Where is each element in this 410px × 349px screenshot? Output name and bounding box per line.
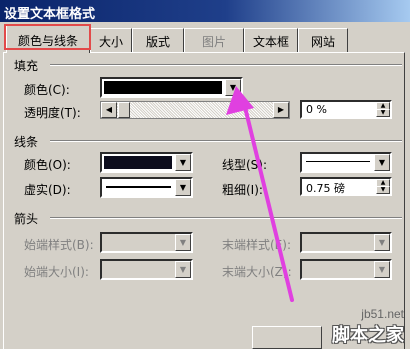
slider-thumb[interactable]	[118, 102, 130, 118]
line-color-label: 颜色(O):	[24, 158, 71, 172]
weight-value: 0.75 磅	[306, 182, 345, 195]
weight-spinner[interactable]: 0.75 磅 ▲ ▼	[300, 177, 392, 196]
fill-separator	[50, 64, 402, 66]
spin-down-icon[interactable]: ▼	[376, 109, 390, 117]
transparency-label: 透明度(T):	[24, 106, 81, 120]
tab-textbox[interactable]: 文本框	[244, 28, 298, 52]
window-title: 设置文本框格式	[4, 7, 96, 22]
fill-section-label: 填充	[14, 59, 39, 73]
slider-left-arrow-icon[interactable]: ◀	[101, 102, 117, 118]
spin-down-icon[interactable]: ▼	[376, 186, 390, 194]
dash-preview	[106, 186, 171, 188]
begin-size-dropdown: ▼	[100, 259, 193, 280]
slider-right-arrow-icon[interactable]: ▶	[273, 102, 289, 118]
dialog-button[interactable]	[252, 326, 322, 349]
chevron-down-icon: ▼	[374, 261, 390, 278]
weight-label: 粗细(I):	[222, 183, 263, 197]
chevron-down-icon[interactable]: ▼	[374, 154, 390, 171]
line-color-swatch	[104, 156, 172, 169]
fill-color-dropdown[interactable]: ▼	[100, 77, 243, 98]
tab-website[interactable]: 网站	[298, 28, 348, 52]
line-section-label: 线条	[14, 135, 39, 149]
title-bar: 设置文本框格式	[0, 0, 410, 22]
line-separator	[50, 140, 402, 142]
chevron-down-icon[interactable]: ▼	[225, 79, 241, 96]
transparency-slider[interactable]: ◀ ▶	[100, 101, 290, 119]
begin-style-dropdown: ▼	[100, 232, 193, 253]
dash-dropdown[interactable]: ▼	[100, 177, 193, 198]
line-style-dropdown[interactable]: ▼	[300, 152, 392, 173]
fill-color-label: 颜色(C):	[24, 83, 70, 97]
transparency-spinner[interactable]: 0 % ▲ ▼	[300, 100, 392, 119]
fill-color-swatch	[104, 81, 222, 94]
line-style-preview	[306, 161, 370, 162]
end-style-dropdown: ▼	[300, 232, 392, 253]
line-style-label: 线型(S):	[222, 158, 268, 172]
chevron-down-icon: ▼	[374, 234, 390, 251]
dash-label: 虚实(D):	[24, 183, 71, 197]
chevron-down-icon[interactable]: ▼	[175, 179, 191, 196]
chevron-down-icon: ▼	[175, 234, 191, 251]
end-style-label: 末端样式(E):	[222, 238, 291, 252]
transparency-value: 0 %	[306, 103, 327, 116]
line-color-dropdown[interactable]: ▼	[100, 152, 193, 173]
format-textbox-dialog: 设置文本框格式 颜色与线条 大小 版式 图片 文本框 网站 填充 颜色(C): …	[0, 0, 410, 349]
tab-colors-lines[interactable]: 颜色与线条	[6, 24, 90, 53]
chevron-down-icon[interactable]: ▼	[175, 154, 191, 171]
arrows-section-label: 箭头	[14, 212, 39, 226]
tab-size[interactable]: 大小	[90, 28, 132, 52]
end-size-dropdown: ▼	[300, 259, 392, 280]
begin-size-label: 始端大小(I):	[24, 265, 89, 279]
tab-layout[interactable]: 版式	[132, 28, 184, 52]
begin-style-label: 始端样式(B):	[24, 238, 94, 252]
arrows-separator	[50, 217, 402, 219]
tab-picture: 图片	[184, 28, 244, 52]
end-size-label: 末端大小(Z):	[222, 265, 292, 279]
chevron-down-icon: ▼	[175, 261, 191, 278]
